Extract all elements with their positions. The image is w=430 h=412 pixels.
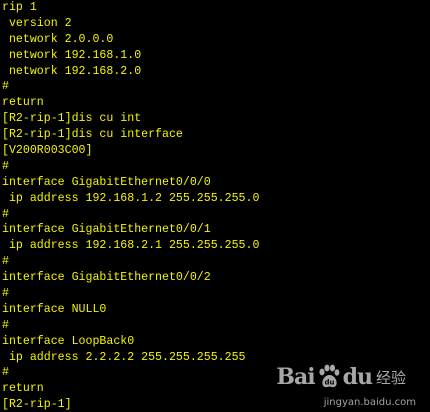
watermark-logo-du: du bbox=[342, 364, 373, 390]
terminal-line: # bbox=[2, 207, 9, 221]
terminal-line: interface GigabitEthernet0/0/0 bbox=[2, 175, 211, 189]
terminal-line: ip address 192.168.2.1 255.255.255.0 bbox=[2, 239, 260, 253]
watermark-logo-jingyan: 经验 bbox=[375, 368, 406, 387]
terminal-output: rip 1 version 2 network 2.0.0.0 network … bbox=[2, 0, 428, 412]
terminal-line: # bbox=[2, 287, 9, 301]
terminal-line: network 192.168.1.0 bbox=[2, 48, 142, 62]
watermark-logo: Bai du du 经验 bbox=[276, 362, 406, 392]
terminal-line: # bbox=[2, 318, 9, 332]
terminal-line: rip 1 bbox=[2, 1, 37, 14]
terminal-prompt: [R2-rip-1] bbox=[2, 398, 72, 412]
terminal-line: interface LoopBack0 bbox=[2, 334, 135, 348]
terminal-line: network 2.0.0.0 bbox=[2, 32, 114, 46]
terminal-line: ip address 192.168.1.2 255.255.255.0 bbox=[2, 191, 260, 205]
terminal-line: interface GigabitEthernet0/0/1 bbox=[2, 223, 211, 237]
watermark-url: jingyan.baidu.com bbox=[323, 397, 416, 408]
terminal-line: [V200R003C00] bbox=[2, 144, 93, 158]
terminal-line: version 2 bbox=[2, 16, 72, 30]
svg-text:du: du bbox=[324, 379, 334, 387]
baidu-jingyan-watermark: Bai du du 经验 jingyan.baidu.com bbox=[274, 362, 424, 408]
terminal-line: # bbox=[2, 80, 9, 94]
watermark-logo-bai: Bai bbox=[276, 364, 315, 390]
paw-icon: du bbox=[318, 364, 339, 388]
terminal-line: # bbox=[2, 159, 9, 173]
terminal-line: [R2-rip-1]dis cu interface bbox=[2, 128, 183, 142]
terminal-line: # bbox=[2, 255, 9, 269]
terminal-window[interactable]: rip 1 version 2 network 2.0.0.0 network … bbox=[0, 0, 430, 412]
terminal-line: [R2-rip-1]dis cu int bbox=[2, 112, 142, 126]
terminal-line: return bbox=[2, 96, 44, 110]
terminal-line: network 192.168.2.0 bbox=[2, 64, 142, 78]
terminal-line: interface GigabitEthernet0/0/2 bbox=[2, 271, 211, 285]
terminal-line: interface NULL0 bbox=[2, 302, 107, 316]
